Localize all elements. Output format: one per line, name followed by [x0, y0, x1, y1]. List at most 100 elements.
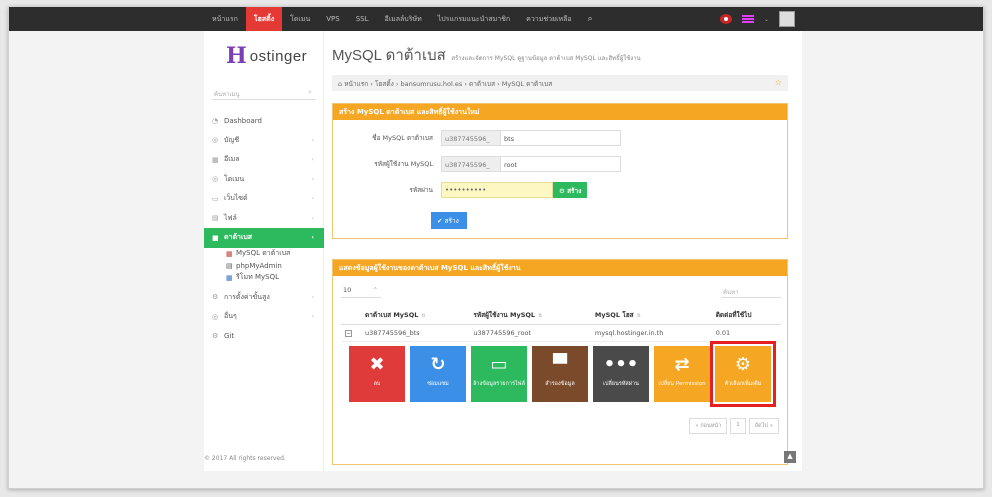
- chevron-left-icon: ‹: [311, 313, 314, 321]
- database-list-panel: แสดงข้อมูลผู้ใช้งานของดาต้าเบส MySQL และ…: [332, 259, 788, 465]
- action-label: ลบ: [373, 381, 381, 387]
- cell-host: mysql.hostinger.in.th: [590, 324, 712, 342]
- sidebar-search-placeholder: ค้นหาเมนู: [214, 91, 240, 98]
- sort-icon: ⇅: [636, 313, 641, 319]
- action-tile-1[interactable]: ↻ ซ่อมแซม: [410, 346, 466, 402]
- sidebar-item[interactable]: ◎ โดเมน ‹: [204, 170, 324, 190]
- sidebar-item-icon: ▤: [212, 214, 219, 223]
- sidebar-item[interactable]: ⚙ Git: [204, 327, 324, 347]
- nav-item-2[interactable]: โดเมน: [282, 7, 318, 31]
- nav-item-6[interactable]: ไปรแกรมแนะนำสมาชิก: [430, 7, 518, 31]
- action-label: ล้างข้อมูลรายการไฟล์: [473, 381, 525, 387]
- sidebar-item[interactable]: ▦ อีเมล ‹: [204, 150, 324, 170]
- action-tile-0[interactable]: ✖ ลบ: [349, 346, 405, 402]
- action-tiles: ✖ ลบ ↻ ซ่อมแซม ▭ ล้างข้อมูลรายการไฟล์ ▀ สำรองข้…: [349, 341, 776, 407]
- star-icon[interactable]: ☆: [775, 78, 782, 87]
- breadcrumb-path[interactable]: หน้าแรก › โฮสติ้ง › bansumrusu.hol.es › …: [344, 80, 552, 88]
- sidebar-item[interactable]: ▤ ไฟล์ ‹: [204, 209, 324, 229]
- action-tile-5[interactable]: ⇄ เปลี่ยน Permission: [654, 346, 710, 402]
- avatar[interactable]: [779, 11, 795, 27]
- scroll-top-icon[interactable]: ▲: [784, 451, 796, 463]
- home-icon[interactable]: ⌂: [338, 80, 342, 88]
- sidebar-item[interactable]: ◔ Dashboard: [204, 111, 324, 131]
- action-icon: ⚙: [734, 354, 752, 375]
- search-icon[interactable]: ⌕: [580, 14, 601, 24]
- sidebar-item-icon: ⚙: [212, 332, 219, 341]
- next-page-button[interactable]: ถัดไป »: [748, 418, 779, 434]
- action-icon: ↻: [430, 354, 446, 375]
- sidebar-item[interactable]: ◎ อื่นๆ ‹: [204, 307, 324, 327]
- db-name-label: ชื่อ MySQL ดาต้าเบส: [372, 134, 433, 142]
- chevron-icon: ⌃: [372, 286, 378, 294]
- sidebar: H ostinger ค้นหาเมนู ⌕ ◔ Dashboard ◎ บัญชี ‹…: [204, 31, 324, 471]
- col-database-label: ดาต้าเบส MySQL: [365, 311, 419, 319]
- sidebar-subitem[interactable]: ▦ รีโมท MySQL: [204, 272, 324, 284]
- create-database-button[interactable]: ✔ สร้าง: [431, 212, 467, 229]
- col-usage[interactable]: ติดต่อที่ใช้ไป: [711, 306, 781, 325]
- sidebar-item-label: โดเมน: [224, 174, 245, 183]
- main-area: MySQL ดาต้าเบส สร้างและจัดการ MySQL ดูฐา…: [332, 31, 796, 471]
- page-1-button[interactable]: 1: [730, 418, 746, 434]
- collapse-icon[interactable]: −: [345, 330, 352, 337]
- db-password-input[interactable]: ••••••••••: [441, 182, 553, 198]
- menu-icon[interactable]: [741, 15, 754, 23]
- sidebar-search-input[interactable]: ค้นหาเมนู ⌕: [212, 86, 316, 100]
- table-search-input[interactable]: ค้นหา: [721, 284, 781, 298]
- db-password-label: รหัสผ่าน: [409, 186, 433, 194]
- page-length-value: 10: [343, 286, 352, 294]
- sidebar-item-icon: ◎: [212, 312, 219, 321]
- sidebar-subitem[interactable]: ▤ phpMyAdmin: [204, 260, 324, 272]
- table-row[interactable]: − u387745596_bts u387745596_root mysql.h…: [341, 324, 781, 342]
- db-user-input[interactable]: root: [501, 156, 621, 172]
- nav-item-3[interactable]: VPS: [318, 7, 347, 31]
- sidebar-item-icon: ◎: [212, 175, 219, 184]
- action-tile-2[interactable]: ▭ ล้างข้อมูลรายการไฟล์: [471, 346, 527, 402]
- sidebar-subitem[interactable]: ▦ MySQL ดาต้าเบส: [204, 248, 324, 260]
- col-host[interactable]: MySQL โฮส ⇅: [590, 306, 712, 325]
- nav-item-0[interactable]: หน้าแรก: [204, 7, 246, 31]
- table-header-row: ดาต้าเบส MySQL ⇅ รหัสผู้ใช้งาน MySQL ⇅ MyS…: [341, 306, 781, 325]
- cell-database: u387745596_bts: [361, 324, 470, 342]
- action-icon: ⇄: [674, 354, 690, 375]
- menu-caret-icon[interactable]: ⌄: [764, 16, 769, 23]
- logo-mark: H: [226, 43, 247, 69]
- sidebar-subitem-icon: ▤: [226, 261, 233, 270]
- sidebar-item-label: บัญชี: [224, 135, 240, 144]
- nav-item-5[interactable]: อีเมลล์บริษัท: [376, 7, 429, 31]
- action-tile-4[interactable]: ••• เปลี่ยนรหัสผ่าน: [593, 346, 649, 402]
- sidebar-item[interactable]: ■ ดาต้าเบส ‹: [204, 228, 324, 248]
- page-length-select[interactable]: 10 ⌃: [341, 284, 381, 298]
- col-user-label: รหัสผู้ใช้งาน MySQL: [473, 311, 536, 319]
- action-tile-6[interactable]: ⚙ ตัวเลือกเพิ่มเติม: [710, 341, 776, 407]
- sidebar-menu: ◔ Dashboard ◎ บัญชี ‹ ▦ อีเมล ‹ ◎ โดเมน ‹ ▭ เว็บไซต์…: [204, 111, 324, 346]
- col-database[interactable]: ดาต้าเบส MySQL ⇅: [361, 306, 470, 325]
- database-table: ดาต้าเบส MySQL ⇅ รหัสผู้ใช้งาน MySQL ⇅ MyS…: [341, 306, 781, 342]
- sidebar-item[interactable]: ⚙ การตั้งค่าขั้นสูง ‹: [204, 288, 324, 308]
- page-subtitle: สร้างและจัดการ MySQL ดูฐานข้อมูล ดาต้าเบ…: [451, 55, 641, 62]
- create-database-label: สร้าง: [444, 217, 459, 225]
- sidebar-item-label: อื่นๆ: [224, 312, 237, 321]
- nav-item-4[interactable]: SSL: [348, 7, 377, 31]
- action-icon: ▀: [553, 354, 567, 375]
- sidebar-subitem-icon: ▦: [226, 273, 233, 282]
- sidebar-item[interactable]: ◎ บัญชี ‹: [204, 131, 324, 151]
- hostinger-logo[interactable]: H ostinger: [226, 45, 307, 67]
- page-content: H ostinger ค้นหาเมนู ⌕ ◔ Dashboard ◎ บัญชี ‹…: [204, 31, 802, 471]
- sidebar-item-icon: ▦: [212, 155, 219, 164]
- col-user[interactable]: รหัสผู้ใช้งาน MySQL ⇅: [469, 306, 591, 325]
- action-label: ตัวเลือกเพิ่มเติม: [724, 381, 762, 387]
- language-flag-icon[interactable]: [719, 14, 732, 24]
- chevron-left-icon: ‹: [311, 214, 314, 222]
- action-tile-3[interactable]: ▀ สำรองข้อมูล: [532, 346, 588, 402]
- nav-item-7[interactable]: ความช่วยเหลือ: [518, 7, 579, 31]
- create-panel-title: สร้าง MySQL ดาต้าเบส และสิทธิ์ผู้ใช้งานใ…: [333, 104, 787, 120]
- db-user-label: รหัสผู้ใช้งาน MySQL: [374, 160, 433, 168]
- sidebar-item[interactable]: ▭ เว็บไซต์ ‹: [204, 189, 324, 209]
- generate-password-button[interactable]: ⚙ สร้าง: [553, 182, 588, 198]
- top-right-tools: ⌄: [719, 7, 795, 31]
- db-name-input[interactable]: bts: [501, 130, 621, 146]
- nav-item-1[interactable]: โฮสติ้ง: [245, 7, 283, 31]
- breadcrumb: ⌂ หน้าแรก › โฮสติ้ง › bansumrusu.hol.es …: [332, 75, 788, 91]
- expand-cell[interactable]: −: [341, 324, 361, 342]
- prev-page-button[interactable]: « ก่อนหน้า: [689, 418, 728, 434]
